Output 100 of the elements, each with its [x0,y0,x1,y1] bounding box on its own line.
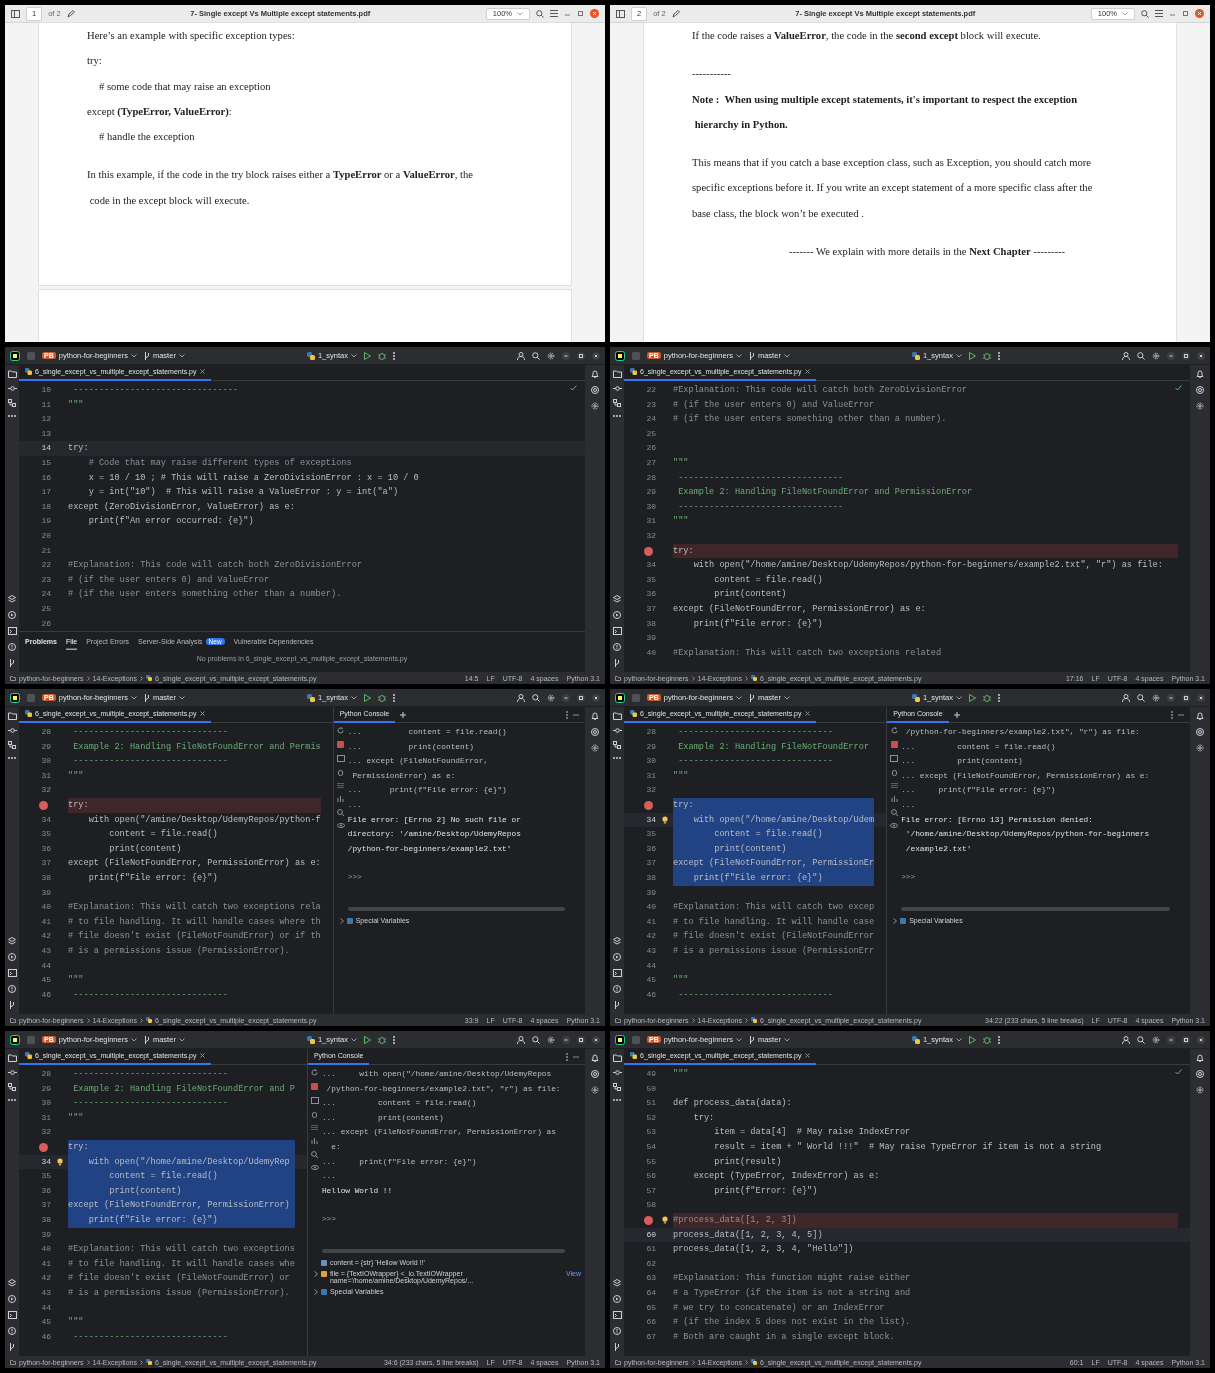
stop-icon[interactable] [890,741,898,748]
breakpoint-icon[interactable] [39,1142,48,1152]
commit-icon[interactable] [7,386,17,391]
chart-icon[interactable] [337,795,345,802]
plus-icon[interactable] [400,711,407,718]
structure-icon[interactable] [613,1083,621,1091]
bell-icon[interactable] [591,370,599,378]
console-icon[interactable] [890,755,899,762]
account-icon[interactable] [517,693,525,702]
rerun-icon[interactable] [337,727,345,734]
zoom-icon[interactable] [337,809,345,816]
commit-icon[interactable] [612,1070,622,1075]
layers-icon[interactable] [8,1279,16,1287]
play-circle-icon[interactable] [613,611,621,619]
pen-icon[interactable] [671,9,680,18]
warning-circle-icon[interactable] [613,643,621,651]
settings-icon[interactable] [547,1035,555,1044]
app-logo-icon[interactable] [615,350,625,361]
rerun-icon[interactable] [311,1069,319,1076]
more-icon[interactable] [392,693,395,702]
play-circle-icon[interactable] [613,953,621,961]
search-icon[interactable] [532,693,540,702]
search-icon[interactable] [1137,351,1145,360]
close-icon[interactable] [199,711,205,716]
run-icon[interactable] [968,1035,976,1044]
minimize-icon[interactable] [1167,693,1175,702]
branch-icon[interactable] [614,1343,620,1351]
list-icon[interactable] [311,1125,319,1130]
close-icon[interactable] [804,369,810,374]
warning-circle-icon[interactable] [8,1327,16,1335]
gear-icon[interactable] [1196,402,1204,410]
more-icon[interactable] [997,351,1000,360]
branch-icon[interactable] [614,659,620,667]
close-icon[interactable] [592,693,600,702]
minimize-icon[interactable] [562,351,570,360]
chevron-right-icon[interactable] [893,918,898,924]
maximize-icon[interactable] [577,1035,585,1044]
eye-icon[interactable] [336,823,345,828]
close-icon[interactable] [1197,351,1205,360]
search-icon[interactable] [532,1035,540,1044]
gear-icon[interactable] [1196,1086,1204,1094]
layers-icon[interactable] [613,937,621,945]
menu-icon[interactable] [1155,10,1163,17]
structure-icon[interactable] [8,1083,16,1091]
menu-icon[interactable] [550,10,558,17]
run-icon[interactable] [968,351,976,360]
search-icon[interactable] [1141,9,1149,18]
play-circle-icon[interactable] [613,1295,621,1303]
branch-icon[interactable] [9,659,15,667]
lightbulb-icon[interactable] [662,815,668,824]
scrollbar-thumb[interactable] [347,907,565,911]
close-icon[interactable] [804,711,810,716]
structure-icon[interactable] [613,741,621,749]
terminal-icon[interactable] [7,627,17,635]
breakpoint-icon[interactable] [644,546,653,556]
account-icon[interactable] [1122,351,1130,360]
commit-icon[interactable] [612,728,622,733]
close-icon[interactable] [199,1053,205,1058]
warning-circle-icon[interactable] [8,985,16,993]
branch-icon[interactable] [614,1001,620,1009]
account-icon[interactable] [517,1035,525,1044]
folder-icon[interactable] [7,370,17,378]
structure-icon[interactable] [8,399,16,407]
structure-icon[interactable] [613,399,621,407]
close-icon[interactable] [592,351,600,360]
commit-icon[interactable] [7,1070,17,1075]
more-icon[interactable] [392,1035,395,1044]
scrollbar-thumb[interactable] [901,907,1170,911]
layers-icon[interactable] [8,937,16,945]
warning-circle-icon[interactable] [8,643,16,651]
settings-icon[interactable] [547,693,555,702]
scrollbar-thumb[interactable] [321,1249,565,1253]
search-icon[interactable] [536,9,544,18]
bell-icon[interactable] [591,712,599,720]
bell-icon[interactable] [1196,712,1204,720]
layers-icon[interactable] [8,595,16,603]
close-icon[interactable] [592,1035,600,1044]
folder-icon[interactable] [7,712,17,720]
settings-icon[interactable] [1152,351,1160,360]
minimize-icon[interactable] [562,1035,570,1044]
minimize-icon[interactable] [1167,1035,1175,1044]
maximize-icon[interactable] [577,351,585,360]
app-logo-icon[interactable] [615,1034,625,1045]
folder-icon[interactable] [612,1054,622,1062]
run-icon[interactable] [968,693,976,702]
breakpoint-icon[interactable] [644,800,653,810]
chevron-right-icon[interactable] [313,1289,318,1295]
folder-icon[interactable] [612,712,622,720]
lightbulb-icon[interactable] [662,1215,668,1224]
play-circle-icon[interactable] [8,1295,16,1303]
branch-icon[interactable] [9,1343,15,1351]
structure-icon[interactable] [8,741,16,749]
maximize-icon[interactable] [1182,1035,1190,1044]
play-circle-icon[interactable] [8,953,16,961]
settings-icon[interactable] [1152,693,1160,702]
breakpoint-icon[interactable] [644,1215,653,1225]
console-icon[interactable] [336,755,345,762]
sidebar-toggle-icon[interactable] [616,9,625,18]
app-logo-icon[interactable] [615,692,625,703]
lightbulb-icon[interactable] [57,1157,63,1166]
